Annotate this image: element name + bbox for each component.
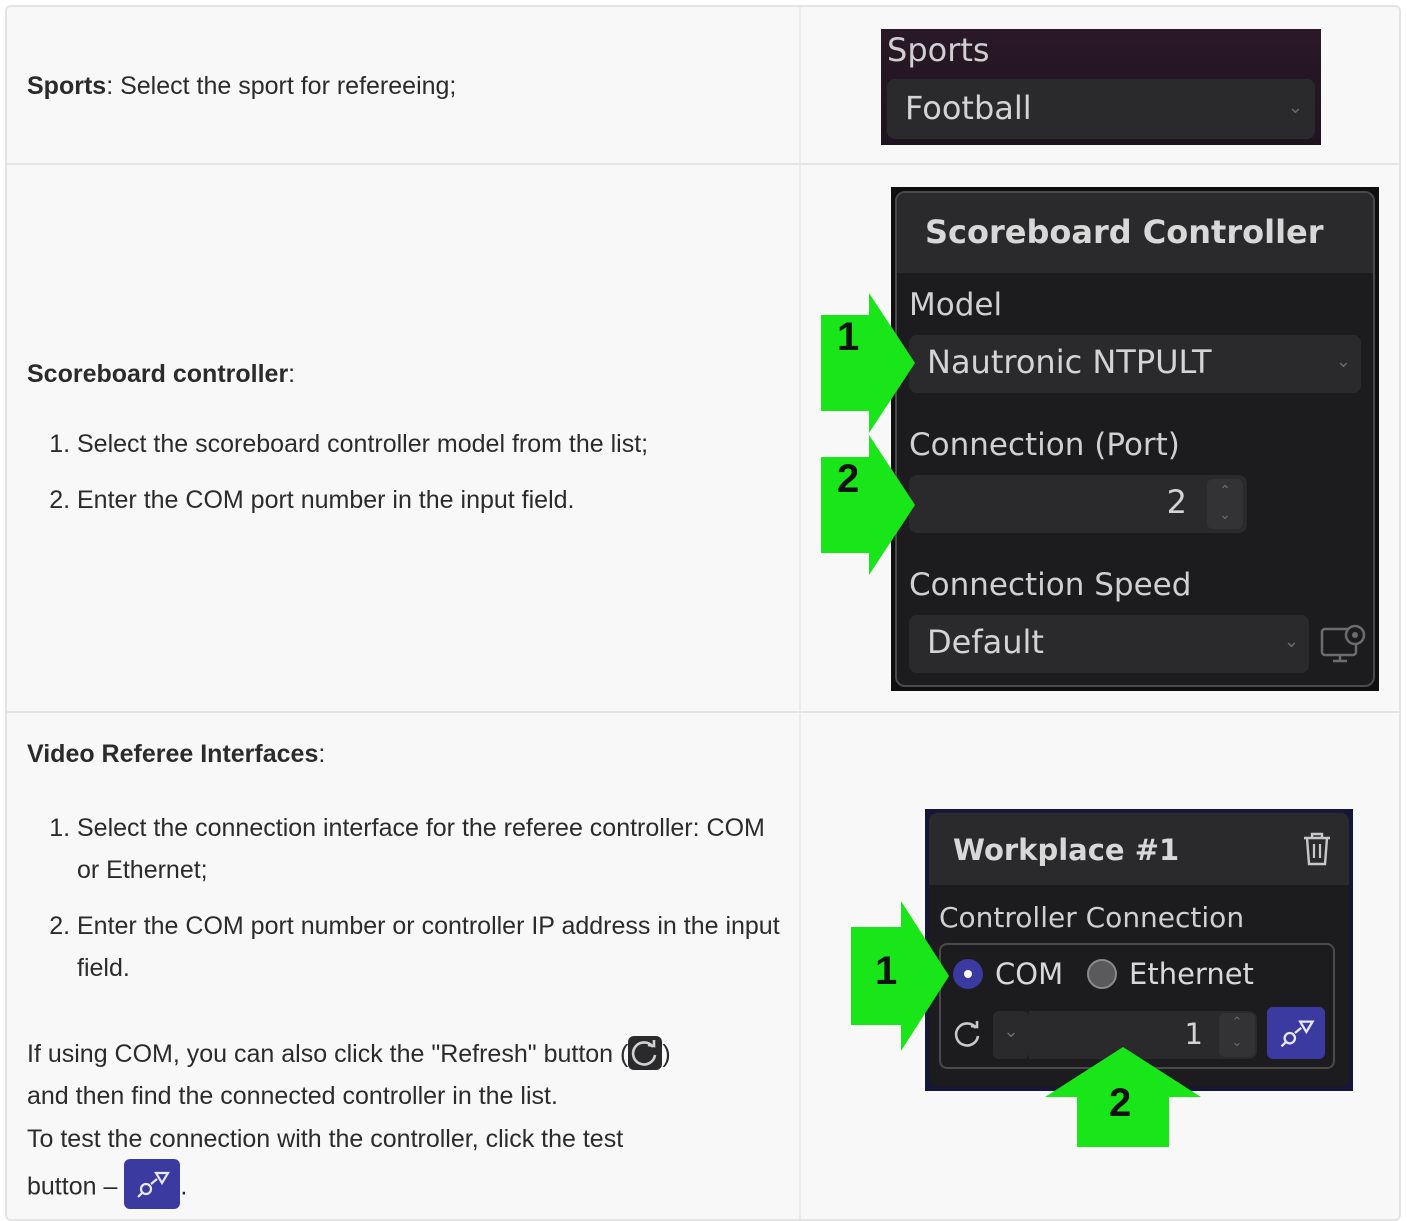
sport-select-value: Football — [905, 89, 1032, 127]
speed-select-value: Default — [927, 623, 1044, 661]
workplace-panel: Workplace #1 Controller Connection COM E… — [929, 813, 1349, 1087]
speed-select[interactable]: Default ⌄ — [909, 615, 1309, 673]
model-label: Model — [909, 287, 1003, 323]
scoreboard-panel: Scoreboard Controller Model Nautronic NT… — [895, 191, 1375, 687]
port-label: Connection (Port) — [909, 427, 1180, 463]
description-cell: Sports: Select the sport for refereeing; — [7, 7, 801, 163]
monitor-settings-icon[interactable] — [1319, 623, 1367, 669]
panel-title: Scoreboard Controller — [925, 213, 1324, 251]
row-video-referee: Video Referee Interfaces: Select the con… — [7, 713, 1399, 1219]
video-referee-heading: Video Referee Interfaces: — [27, 740, 326, 768]
marker-1-label: 1 — [837, 315, 860, 359]
chevron-down-icon: ⌄ — [1335, 351, 1351, 372]
port-input[interactable]: 2 ⌃ ⌄ — [909, 475, 1247, 533]
test-note: To test the connection with the controll… — [27, 1125, 624, 1153]
port-dropdown[interactable]: ⌄ — [993, 1011, 1029, 1059]
sports-description: Sports: Select the sport for refereeing; — [27, 72, 457, 100]
step-item: Enter the COM port number in the input f… — [77, 479, 648, 521]
video-referee-steps: Select the connection interface for the … — [47, 807, 787, 1003]
test-connection-icon — [124, 1159, 181, 1209]
scoreboard-heading: Scoreboard controller: — [27, 360, 296, 388]
marker-2-label: 2 — [837, 457, 860, 501]
marker-2-label: 2 — [1109, 1081, 1132, 1125]
model-select[interactable]: Nautronic NTPULT ⌄ — [909, 335, 1361, 393]
trash-icon[interactable] — [1301, 831, 1333, 867]
panel-header: Scoreboard Controller — [897, 193, 1373, 273]
test-note-line2: button – . — [27, 1159, 187, 1213]
row-sports: Sports: Select the sport for refereeing;… — [7, 7, 1399, 165]
scoreboard-widget: Scoreboard Controller Model Nautronic NT… — [891, 187, 1379, 691]
content-table: Sports: Select the sport for refereeing;… — [5, 5, 1401, 1221]
port-input-value: 2 — [1166, 483, 1187, 521]
controller-connection-label: Controller Connection — [939, 901, 1245, 934]
step-item: Select the connection interface for the … — [77, 807, 787, 891]
com-radio[interactable] — [953, 959, 983, 989]
sport-select[interactable]: Football ⌄ — [887, 79, 1315, 139]
model-select-value: Nautronic NTPULT — [927, 343, 1212, 381]
description-cell: Video Referee Interfaces: Select the con… — [7, 713, 801, 1219]
refresh-icon[interactable] — [951, 1017, 985, 1051]
screenshot-cell: Sports Football ⌄ — [801, 7, 1399, 163]
stepper-icon[interactable]: ⌃ ⌄ — [1207, 479, 1243, 529]
marker-1-label: 1 — [875, 949, 898, 993]
refresh-note: If using COM, you can also click the "Re… — [27, 1033, 787, 1075]
step-item: Select the scoreboard controller model f… — [77, 423, 648, 465]
scoreboard-steps: Select the scoreboard controller model f… — [47, 423, 648, 535]
speed-label: Connection Speed — [909, 567, 1192, 603]
arrow-marker-2 — [821, 435, 915, 575]
screenshot-cell: Scoreboard Controller Model Nautronic NT… — [801, 165, 1399, 711]
chevron-down-icon: ⌄ — [1287, 97, 1303, 118]
com-label: COM — [995, 957, 1064, 991]
step-item: Enter the COM port number or controller … — [77, 905, 787, 989]
description-cell: Scoreboard controller: Select the scoreb… — [7, 165, 801, 711]
sports-label: Sports — [887, 31, 990, 69]
row-scoreboard: Scoreboard controller: Select the scoreb… — [7, 165, 1399, 713]
ethernet-radio[interactable] — [1087, 959, 1117, 989]
panel-title: Workplace #1 — [953, 833, 1180, 867]
refresh-note-line2: and then find the connected controller i… — [27, 1082, 558, 1110]
chevron-down-icon: ⌄ — [1283, 631, 1299, 652]
arrow-marker-1 — [821, 293, 915, 433]
ethernet-label: Ethernet — [1129, 957, 1254, 991]
test-connection-button[interactable] — [1267, 1007, 1325, 1059]
stepper-icon[interactable]: ⌃ ⌄ — [1219, 1013, 1255, 1057]
plug-icon — [1280, 1020, 1315, 1048]
sports-widget: Sports Football ⌄ — [881, 29, 1321, 145]
arrow-marker-1 — [851, 901, 949, 1051]
panel-header: Workplace #1 — [929, 813, 1349, 885]
port-input-value: 1 — [1184, 1017, 1203, 1051]
refresh-icon — [628, 1036, 663, 1071]
screenshot-cell: Workplace #1 Controller Connection COM E… — [801, 713, 1399, 1219]
